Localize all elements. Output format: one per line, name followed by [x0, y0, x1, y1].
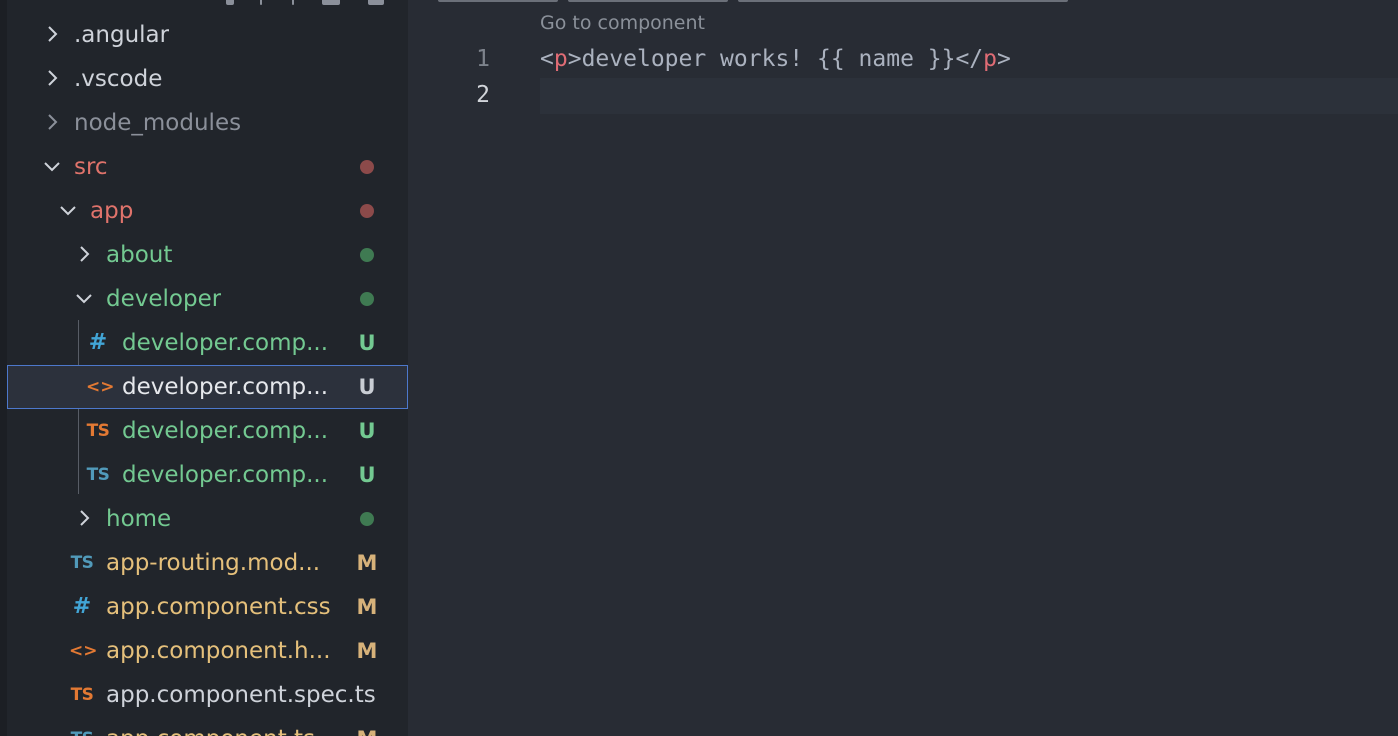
tree-item-label: node_modules: [74, 110, 242, 136]
explorer-sidebar: .angular .vscode node_modules src app ab…: [0, 0, 408, 736]
tree-item-app-component-html[interactable]: <> app.component.h... M: [7, 629, 408, 673]
chevron-down-icon: [41, 155, 63, 177]
tag-name: p: [983, 46, 998, 72]
ts-icon: TS: [70, 685, 94, 705]
tree-item-label: developer: [106, 286, 222, 312]
ts-icon: TS: [86, 421, 110, 441]
ts-icon: TS: [86, 465, 110, 485]
tree-item-app-component-ts[interactable]: TS app.component.ts M: [7, 717, 408, 736]
ts-icon: TS: [70, 553, 94, 573]
tag-bracket: <: [540, 46, 554, 72]
untracked-dot: [360, 512, 374, 526]
chevron-down-icon: [57, 199, 79, 221]
untracked-dot: [360, 248, 374, 262]
tree-item-label: app.component.css: [106, 594, 331, 620]
css-icon: #: [72, 594, 92, 619]
untracked-badge: U: [358, 419, 376, 443]
tree-item-app-component-spec-ts[interactable]: TS app.component.spec.ts: [7, 673, 408, 717]
tree-item-app-folder[interactable]: app: [7, 189, 408, 233]
modified-dot: [360, 160, 374, 174]
code-editor[interactable]: Go to component 1 2 <p>developer works! …: [408, 0, 1398, 736]
tree-item-about-folder[interactable]: about: [7, 233, 408, 277]
tree-item-label: developer.comp...: [122, 418, 329, 444]
chevron-right-icon: [41, 67, 63, 89]
tree-item-vscode-folder[interactable]: .vscode: [7, 57, 408, 101]
tree-item-label: app.component.ts: [106, 717, 338, 736]
explorer-toolbar-peek: [200, 0, 400, 6]
tree-item-developer-css[interactable]: # developer.comp... U: [7, 321, 408, 365]
html-icon: <>: [69, 641, 98, 661]
tree-item-developer-folder[interactable]: developer: [7, 277, 408, 321]
tree-item-label: developer.comp...: [122, 374, 329, 400]
tree-item-app-component-css[interactable]: # app.component.css M: [7, 585, 408, 629]
tree-item-label: src: [74, 154, 108, 180]
breadcrumb: [408, 0, 1108, 4]
tree-item-developer-html[interactable]: <> developer.comp... U: [7, 365, 408, 409]
activity-bar-edge: [0, 0, 7, 736]
tree-item-label: app: [90, 198, 134, 224]
chevron-right-icon: [73, 507, 95, 529]
code-text: developer works! {{ name }}: [581, 46, 956, 72]
untracked-badge: U: [358, 463, 376, 487]
tree-item-label: app-routing.mod...: [106, 550, 321, 576]
tree-item-app-routing-module[interactable]: TS app-routing.mod... M: [7, 541, 408, 585]
tree-item-label: .angular: [74, 22, 170, 48]
tree-item-label: app.component.spec.ts: [106, 682, 376, 708]
modified-badge: M: [356, 717, 378, 736]
tree-item-home-folder[interactable]: home: [7, 497, 408, 541]
tree-item-label: home: [106, 506, 172, 532]
chevron-down-icon: [73, 287, 95, 309]
current-line-highlight: [540, 78, 1398, 114]
code-line[interactable]: <p>developer works! {{ name }}</p>: [540, 46, 1011, 72]
tree-item-label: developer.comp...: [122, 462, 329, 488]
tag-bracket: >: [567, 46, 582, 72]
tree-item-angular-folder[interactable]: .angular: [7, 13, 408, 57]
tree-item-src-folder[interactable]: src: [7, 145, 408, 189]
untracked-badge: U: [358, 375, 376, 399]
ts-icon: TS: [70, 726, 94, 736]
modified-badge: M: [356, 639, 378, 663]
untracked-dot: [360, 292, 374, 306]
html-icon: <>: [86, 377, 115, 397]
chevron-right-icon: [73, 243, 95, 265]
tag-bracket: >: [997, 46, 1011, 72]
modified-badge: M: [356, 595, 378, 619]
chevron-right-icon: [41, 111, 63, 133]
css-icon: #: [88, 330, 108, 355]
line-number: 1: [476, 46, 490, 72]
modified-dot: [360, 204, 374, 218]
tree-item-label: .vscode: [74, 66, 163, 92]
tree-item-developer-spec-ts[interactable]: TS developer.comp... U: [7, 409, 408, 453]
go-to-component-link[interactable]: Go to component: [540, 12, 705, 34]
tree-item-developer-ts[interactable]: TS developer.comp... U: [7, 453, 408, 497]
untracked-badge: U: [358, 331, 376, 355]
chevron-right-icon: [41, 23, 63, 45]
tree-item-label: about: [106, 242, 173, 268]
tag-name: p: [553, 46, 568, 72]
tag-bracket: </: [955, 46, 984, 72]
tree-item-node-modules-folder[interactable]: node_modules: [7, 101, 408, 145]
modified-badge: M: [356, 551, 378, 575]
tree-item-label: developer.comp...: [122, 330, 329, 356]
line-number: 2: [476, 82, 490, 108]
tree-item-label: app.component.h...: [106, 638, 331, 664]
